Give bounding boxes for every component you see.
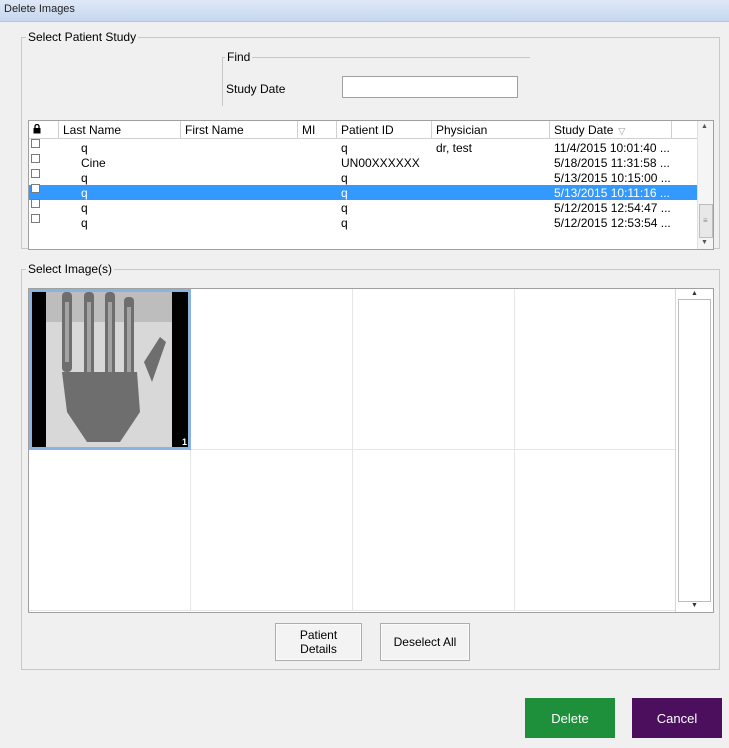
lock-column-header[interactable] (29, 121, 59, 139)
cell-pid: UN00XXXXXX (341, 156, 420, 170)
image-grid-scrollbar[interactable]: ▲ ▼ (675, 289, 713, 612)
empty-thumbnail-slot (29, 450, 191, 611)
cell-date: 5/13/2015 10:15:00 ... (554, 171, 671, 185)
cell-physician: dr, test (436, 141, 473, 155)
cell-date: 11/4/2015 10:01:40 ... (554, 141, 670, 155)
table-row[interactable]: q q 5/12/2015 12:53:54 ... (29, 214, 699, 230)
table-header: Last Name First Name MI Patient ID Physi… (29, 121, 699, 139)
table-row[interactable]: Cine UN00XXXXXX 5/18/2015 11:31:58 ... (29, 154, 699, 170)
scroll-down-arrow-icon[interactable]: ▼ (691, 602, 698, 609)
column-header-first-name[interactable]: First Name (181, 121, 298, 139)
column-header-physician[interactable]: Physician (432, 121, 550, 139)
image-thumbnail[interactable]: 1 (29, 289, 191, 450)
study-date-header-label: Study Date (554, 123, 614, 137)
patient-details-button[interactable]: Patient Details (275, 623, 362, 661)
deselect-all-button[interactable]: Deselect All (380, 623, 470, 661)
row-checkbox[interactable] (31, 154, 40, 163)
table-row[interactable]: q q 5/13/2015 10:15:00 ... (29, 169, 699, 185)
cell-date: 5/18/2015 11:31:58 ... (554, 156, 670, 170)
find-group: Find Study Date (222, 50, 530, 106)
study-date-search-input[interactable] (342, 76, 518, 98)
cell-last: q (81, 216, 88, 230)
hand-xray-image (32, 292, 188, 447)
title-bar: Delete Images (0, 0, 729, 22)
row-checkbox[interactable] (31, 169, 40, 178)
column-header-mi[interactable]: MI (298, 121, 337, 139)
row-checkbox[interactable] (31, 214, 40, 223)
sort-descending-icon: ▽ (618, 126, 626, 136)
cell-pid: q (341, 141, 348, 155)
find-legend: Find (227, 50, 251, 64)
table-vertical-scrollbar[interactable]: ▲ ≡ ▼ (697, 121, 713, 249)
cell-pid: q (341, 186, 348, 200)
patient-study-table: Last Name First Name MI Patient ID Physi… (28, 120, 714, 250)
select-images-group: Select Image(s) 1 ▲ ▼ Patient Details De… (21, 262, 720, 670)
table-scroll-thumb[interactable]: ≡ (699, 204, 713, 238)
scroll-up-arrow-icon[interactable]: ▲ (691, 290, 698, 297)
cell-last: q (81, 171, 88, 185)
row-checkbox[interactable] (31, 139, 40, 148)
row-checkbox[interactable] (31, 184, 40, 193)
row-checkbox[interactable] (31, 199, 40, 208)
cell-pid: q (341, 171, 348, 185)
grip-icon: ≡ (703, 216, 708, 225)
column-header-last-name[interactable]: Last Name (59, 121, 181, 139)
select-patient-study-legend: Select Patient Study (28, 30, 137, 44)
empty-thumbnail-slot (353, 450, 515, 611)
empty-thumbnail-slot (515, 450, 677, 611)
cell-last: q (81, 186, 88, 200)
column-header-patient-id[interactable]: Patient ID (337, 121, 432, 139)
table-row[interactable]: q q dr, test 11/4/2015 10:01:40 ... (29, 139, 699, 155)
scroll-up-arrow-icon[interactable]: ▲ (701, 123, 708, 130)
frame-number: 1 (180, 437, 188, 447)
image-grid-scroll-track[interactable] (678, 299, 711, 602)
select-patient-study-group: Select Patient Study Find Study Date Las… (21, 30, 720, 250)
empty-thumbnail-slot (515, 289, 677, 450)
cell-last: Cine (81, 156, 106, 170)
lock-icon (33, 124, 41, 134)
table-row[interactable]: q q 5/12/2015 12:54:47 ... (29, 199, 699, 215)
cell-date: 5/13/2015 10:11:16 ... (554, 186, 670, 200)
select-images-legend: Select Image(s) (28, 262, 113, 276)
delete-button[interactable]: Delete (525, 698, 615, 738)
window-title: Delete Images (4, 3, 75, 15)
empty-thumbnail-slot (191, 450, 353, 611)
cell-pid: q (341, 216, 348, 230)
study-date-label: Study Date (226, 82, 286, 96)
table-row[interactable]: q q 5/13/2015 10:11:16 ... (29, 184, 699, 200)
cancel-button[interactable]: Cancel (632, 698, 722, 738)
cell-last: q (81, 201, 88, 215)
image-thumbnail-grid: 1 ▲ ▼ (28, 288, 714, 613)
empty-thumbnail-slot (353, 289, 515, 450)
cell-date: 5/12/2015 12:53:54 ... (554, 216, 671, 230)
cell-pid: q (341, 201, 348, 215)
cell-date: 5/12/2015 12:54:47 ... (554, 201, 671, 215)
cell-last: q (81, 141, 88, 155)
scroll-down-arrow-icon[interactable]: ▼ (701, 239, 708, 246)
empty-thumbnail-slot (191, 289, 353, 450)
column-header-study-date[interactable]: Study Date ▽ (550, 121, 672, 139)
